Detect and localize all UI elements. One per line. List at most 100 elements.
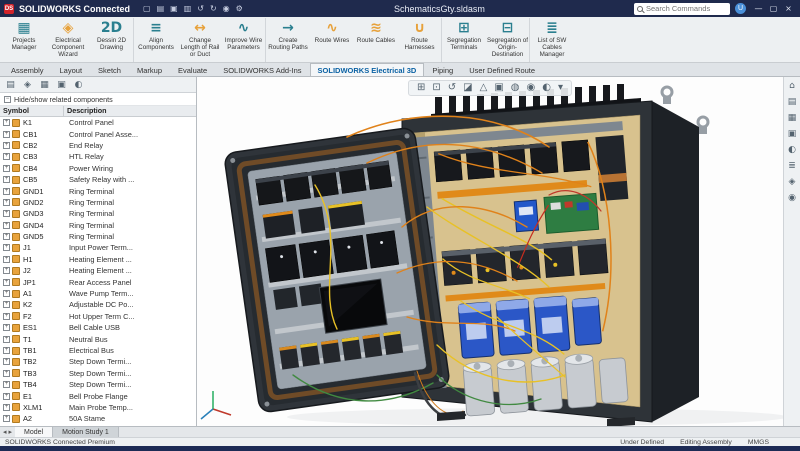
expand-icon[interactable]: + <box>3 301 10 308</box>
edit-appearance-icon[interactable]: ◐ <box>540 81 553 95</box>
feature-tree-tab-icon[interactable]: ▤ <box>3 78 18 91</box>
expand-icon[interactable]: + <box>3 313 10 320</box>
tree-row[interactable]: + CB5 Safety Relay with ... <box>0 174 196 185</box>
tree-row[interactable]: + CB3 HTL Relay <box>0 151 196 162</box>
tree-row[interactable]: + J2 Heating Element ... <box>0 265 196 276</box>
expand-icon[interactable]: + <box>3 393 10 400</box>
command-tab[interactable]: Evaluate <box>170 63 215 76</box>
cables-manager-button[interactable]: ≣ List of SW Cables Manager <box>530 18 574 62</box>
dessin-2d-drawing-button[interactable]: 2D Dessin 2D Drawing <box>90 18 134 62</box>
expand-icon[interactable]: + <box>3 142 10 149</box>
expand-icon[interactable]: + <box>3 188 10 195</box>
tree-row[interactable]: + GND4 Ring Terminal <box>0 220 196 231</box>
tree-row[interactable]: + ES1 Bell Cable USB <box>0 322 196 333</box>
expand-icon[interactable]: + <box>3 370 10 377</box>
maximize-icon[interactable]: ▢ <box>766 2 781 15</box>
expand-icon[interactable]: + <box>3 210 10 217</box>
tree-row[interactable]: + CB1 Control Panel Asse... <box>0 128 196 139</box>
electrical-manager-icon[interactable]: ◈ <box>789 177 796 187</box>
search-box[interactable] <box>634 3 730 15</box>
tree-row[interactable]: + GND3 Ring Terminal <box>0 208 196 219</box>
status-item[interactable]: Under Defined <box>620 439 664 446</box>
design-library-icon[interactable]: ▤ <box>788 97 797 107</box>
scroll-tabs-left-icon[interactable]: ◂ <box>3 428 7 436</box>
command-tab[interactable]: User Defined Route <box>461 63 543 76</box>
expand-icon[interactable]: + <box>3 153 10 160</box>
custom-properties-icon[interactable]: ≣ <box>788 161 796 171</box>
property-manager-tab-icon[interactable]: ▦ <box>37 78 52 91</box>
tree-row[interactable]: + A1 Wave Pump Term... <box>0 288 196 299</box>
display-style-icon[interactable]: ◍ <box>509 81 522 95</box>
tree-row[interactable]: + XLM1 Main Probe Temp... <box>0 402 196 413</box>
tree-row[interactable]: + JP1 Rear Access Panel <box>0 276 196 287</box>
display-manager-tab-icon[interactable]: ◐ <box>71 78 86 91</box>
align-components-button[interactable]: ≡ Align Components <box>134 18 178 62</box>
expand-icon[interactable]: + <box>3 404 10 411</box>
column-description[interactable]: Description <box>64 106 196 116</box>
user-avatar[interactable]: U <box>735 3 746 14</box>
view-settings-icon[interactable]: ▾ <box>556 81 565 95</box>
tree-row[interactable]: + CB2 End Relay <box>0 140 196 151</box>
status-item[interactable]: Editing Assembly <box>680 439 732 446</box>
view-orientation-icon[interactable]: ▣ <box>492 81 505 95</box>
route-harnesses-button[interactable]: ∪ Route Harnesses <box>398 18 442 62</box>
forum-icon[interactable]: ◉ <box>788 193 796 203</box>
command-tab[interactable]: Assembly <box>3 63 52 76</box>
expand-icon[interactable]: + <box>3 199 10 206</box>
tree-row[interactable]: + E1 Bell Probe Flange <box>0 390 196 401</box>
tree-row[interactable]: + GND1 Ring Terminal <box>0 185 196 196</box>
search-input[interactable] <box>646 4 727 13</box>
tree-row[interactable]: + TB1 Electrical Bus <box>0 345 196 356</box>
expand-icon[interactable]: + <box>3 119 10 126</box>
configuration-tab-icon[interactable]: ▣ <box>54 78 69 91</box>
expand-icon[interactable]: + <box>3 324 10 331</box>
previous-view-icon[interactable]: ↺ <box>446 81 458 95</box>
tree-row[interactable]: + CB4 Power Wiring <box>0 163 196 174</box>
print-icon[interactable]: ▥ <box>182 3 194 15</box>
expand-icon[interactable]: + <box>3 415 10 422</box>
tree-row[interactable]: + TB4 Step Down Termi... <box>0 379 196 390</box>
tree-row[interactable]: + F2 Hot Upper Term C... <box>0 311 196 322</box>
improve-wire-parameters-button[interactable]: ∿ Improve Wire Parameters <box>222 18 266 62</box>
tree-row[interactable]: + T1 Neutral Bus <box>0 333 196 344</box>
close-icon[interactable]: × <box>781 2 796 15</box>
zoom-fit-icon[interactable]: ⊞ <box>415 81 427 95</box>
command-tab[interactable]: Layout <box>52 63 91 76</box>
expand-icon[interactable]: + <box>3 358 10 365</box>
viewport-3d[interactable]: ⊞ ⊡ ↺ ◪ △ ▣ ◍ ◉ ◐ ▾ <box>197 77 783 426</box>
electrical-components-tab-icon[interactable]: ◈ <box>20 78 35 91</box>
status-item[interactable]: MMGS <box>748 439 769 446</box>
minimize-icon[interactable]: — <box>751 2 766 15</box>
tree-row[interactable]: + TB3 Step Down Termi... <box>0 368 196 379</box>
segregation-terminals-button[interactable]: ⊞ Segregation Terminals <box>442 18 486 62</box>
expand-icon[interactable]: + <box>3 256 10 263</box>
tree-row[interactable]: + GND2 Ring Terminal <box>0 197 196 208</box>
tree-row[interactable]: + J1 Input Power Term... <box>0 242 196 253</box>
segregation-origin-destination-button[interactable]: ⊟ Segregation of Origin-Destination <box>486 18 530 62</box>
command-tab[interactable]: SOLIDWORKS Electrical 3D <box>310 63 425 76</box>
expand-icon[interactable]: + <box>3 176 10 183</box>
route-cables-button[interactable]: ≋ Route Cables <box>354 18 398 62</box>
expand-icon[interactable]: + <box>3 131 10 138</box>
route-wires-button[interactable]: ∿ Route Wires <box>310 18 354 62</box>
tree-row[interactable]: + K1 Control Panel <box>0 117 196 128</box>
projects-manager-button[interactable]: ▦ Projects Manager <box>2 18 46 62</box>
appearances-icon[interactable]: ◐ <box>788 145 796 155</box>
task-pane-home-icon[interactable]: ⌂ <box>789 81 795 91</box>
tree-row[interactable]: + A2 50A Stame <box>0 413 196 424</box>
expand-icon[interactable]: + <box>3 381 10 388</box>
expand-icon[interactable]: + <box>3 267 10 274</box>
scroll-tabs-right-icon[interactable]: ▸ <box>9 428 13 436</box>
column-symbol[interactable]: Symbol <box>0 106 64 116</box>
expand-icon[interactable]: + <box>3 165 10 172</box>
hide-show-items-icon[interactable]: ◉ <box>525 81 538 95</box>
expand-icon[interactable]: + <box>3 279 10 286</box>
section-view-icon[interactable]: ◪ <box>461 81 474 95</box>
collapse-icon[interactable]: − <box>4 96 11 103</box>
new-file-icon[interactable]: ▢ <box>141 3 153 15</box>
model-tab[interactable]: Model <box>15 427 53 437</box>
expand-icon[interactable]: + <box>3 347 10 354</box>
open-file-icon[interactable]: ▤ <box>155 3 167 15</box>
tree-row[interactable]: + K2 Adjustable DC Po... <box>0 299 196 310</box>
options-gear-icon[interactable]: ⚙ <box>234 3 245 15</box>
